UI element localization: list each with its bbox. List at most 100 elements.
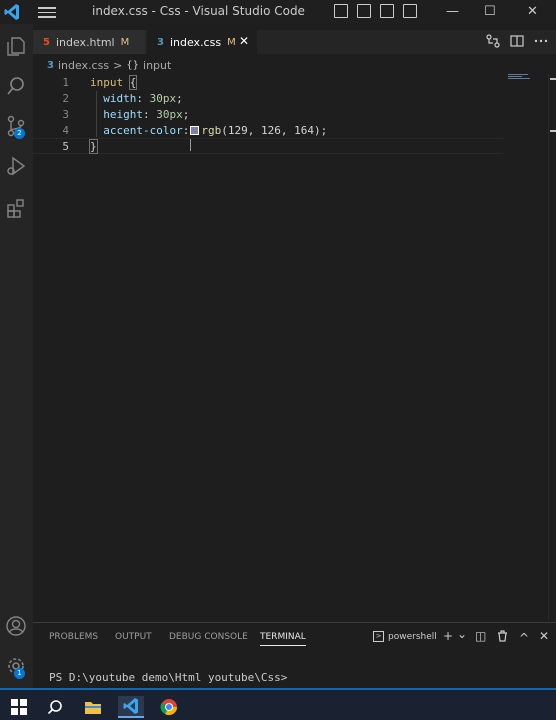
- code-text: accent-color: rgb(129, 126, 164);: [90, 124, 327, 137]
- split-terminal-icon[interactable]: ◫: [475, 629, 486, 643]
- vscode-logo-icon[interactable]: [4, 3, 20, 21]
- indent-guide: [96, 91, 97, 137]
- terminal-shell-selector[interactable]: > powershell: [373, 631, 437, 642]
- explorer-icon[interactable]: [4, 34, 28, 58]
- terminal-prompt[interactable]: PS D:\youtube demo\Html youtube\Css>: [49, 671, 287, 684]
- source-control-badge: 2: [14, 128, 25, 139]
- css-value: 30px: [149, 91, 177, 105]
- minimap[interactable]: [508, 74, 534, 79]
- code-editor[interactable]: 1 input { 2 width: 30px; 3 height: 30px;…: [33, 74, 556, 620]
- mouse-cursor: [190, 139, 191, 151]
- colon: :: [182, 123, 190, 137]
- code-text: width: 30px;: [90, 92, 183, 105]
- css-selector: input: [90, 75, 124, 89]
- css-file-icon: 3: [157, 36, 164, 48]
- bottom-panel: PROBLEMS OUTPUT DEBUG CONSOLE TERMINAL >…: [33, 622, 556, 688]
- modified-indicator: M: [120, 36, 130, 48]
- chrome-icon[interactable]: [158, 696, 180, 718]
- modified-indicator: M: [227, 36, 236, 48]
- colon: :: [136, 91, 150, 105]
- semicolon: ;: [182, 107, 190, 121]
- open-brace: {: [128, 74, 138, 90]
- code-line-active: 5 }: [33, 138, 503, 154]
- scrollbar-marker: [550, 78, 556, 80]
- minimize-button[interactable]: —: [446, 4, 459, 19]
- tab-problems[interactable]: PROBLEMS: [49, 632, 98, 642]
- extensions-icon[interactable]: [4, 196, 28, 220]
- css-function: rgb: [201, 123, 222, 137]
- window-title: index.css - Css - Visual Studio Code: [92, 4, 305, 18]
- kill-terminal-icon[interactable]: [497, 630, 508, 645]
- title-bar: index.css - Css - Visual Studio Code — ☐…: [0, 0, 556, 24]
- tab-debug-console[interactable]: DEBUG CONSOLE: [169, 632, 248, 642]
- run-debug-icon[interactable]: [4, 154, 28, 178]
- code-line: 4 accent-color: rgb(129, 126, 164);: [33, 122, 503, 138]
- color-swatch[interactable]: [190, 125, 200, 135]
- terminal-icon: >: [373, 631, 384, 642]
- menu-icon[interactable]: [38, 4, 56, 20]
- tab-output[interactable]: OUTPUT: [115, 632, 152, 642]
- editor-actions: [486, 34, 548, 48]
- breadcrumb-file[interactable]: index.css: [58, 59, 109, 72]
- css-file-icon: 3: [47, 59, 54, 71]
- maximize-panel-icon[interactable]: ^: [519, 631, 529, 645]
- close-window-button[interactable]: ✕: [527, 4, 538, 19]
- customize-layout-icon[interactable]: [403, 4, 417, 18]
- close-panel-icon[interactable]: ✕: [539, 629, 549, 643]
- code-text: height: 30px;: [90, 108, 189, 121]
- colon: :: [143, 107, 157, 121]
- html-file-icon: 5: [43, 36, 50, 48]
- windows-taskbar: [0, 688, 556, 720]
- function-args: (129, 126, 164): [221, 124, 320, 137]
- vscode-icon[interactable]: [118, 696, 144, 718]
- scrollbar-marker: [550, 130, 556, 132]
- tab-label: index.html: [55, 35, 115, 49]
- line-number: 2: [62, 91, 69, 105]
- line-number: 5: [62, 139, 69, 153]
- terminal-dropdown-icon[interactable]: ⌄: [457, 627, 467, 641]
- code-line: 1 input {: [33, 74, 503, 90]
- shell-name: powershell: [388, 631, 437, 642]
- semicolon: ;: [320, 123, 328, 137]
- css-property: accent-color: [103, 123, 183, 137]
- tab-label: index.css: [169, 35, 222, 49]
- symbol-icon: {}: [126, 59, 140, 71]
- windows-start-icon[interactable]: [8, 696, 30, 718]
- css-value: 30px: [156, 107, 183, 121]
- editor-scrollbar[interactable]: [548, 74, 556, 620]
- open-changes-icon[interactable]: [486, 34, 500, 48]
- maximize-button[interactable]: ☐: [484, 4, 496, 19]
- close-brace: }: [89, 138, 98, 154]
- toggle-secondary-sidebar-icon[interactable]: [380, 4, 394, 18]
- settings-badge: 1: [14, 668, 25, 679]
- close-tab-icon[interactable]: ✕: [239, 34, 249, 48]
- breadcrumb: 3 index.css > {} input: [33, 56, 556, 74]
- css-property: width: [103, 91, 137, 105]
- search-icon[interactable]: [4, 74, 28, 98]
- breadcrumb-separator: >: [113, 58, 123, 72]
- file-explorer-icon[interactable]: [82, 696, 104, 718]
- account-icon[interactable]: [4, 614, 28, 638]
- code-text: }: [89, 138, 98, 154]
- toggle-sidebar-icon[interactable]: [334, 4, 348, 18]
- activity-bar: 2 1: [0, 24, 33, 688]
- search-icon[interactable]: [44, 696, 66, 718]
- rgb-args: (129, 126, 164): [221, 123, 321, 137]
- code-line: 3 height: 30px;: [33, 106, 503, 122]
- css-property: height: [103, 107, 143, 121]
- breadcrumb-symbol[interactable]: input: [143, 59, 171, 72]
- toggle-panel-icon[interactable]: [357, 4, 371, 18]
- code-text: input {: [90, 74, 138, 90]
- more-actions-icon[interactable]: [534, 34, 548, 48]
- code-line: 2 width: 30px;: [33, 90, 503, 106]
- tab-index-css[interactable]: 3 index.css M ✕: [147, 30, 257, 54]
- tab-terminal[interactable]: TERMINAL: [260, 632, 306, 646]
- split-editor-icon[interactable]: [510, 34, 524, 48]
- editor-tab-bar: 5 index.html M 3 index.css M ✕: [33, 30, 556, 54]
- line-number: 3: [62, 107, 69, 121]
- semicolon: ;: [176, 91, 183, 105]
- tab-index-html[interactable]: 5 index.html M: [33, 30, 145, 54]
- new-terminal-button[interactable]: +: [443, 629, 453, 643]
- line-number: 1: [62, 75, 69, 89]
- line-number: 4: [62, 123, 69, 137]
